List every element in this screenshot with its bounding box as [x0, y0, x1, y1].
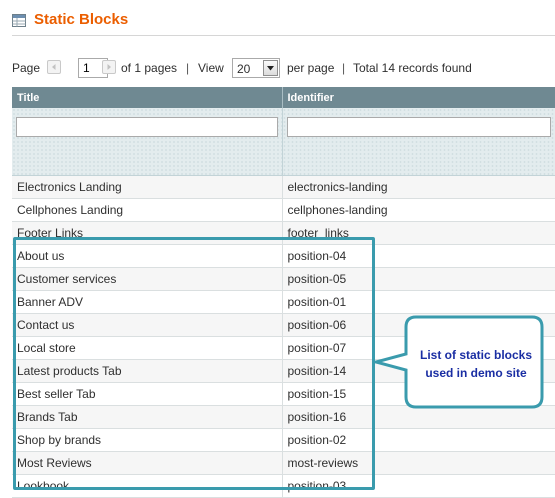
- per-page-select[interactable]: 20: [232, 58, 280, 78]
- cell-title: Latest products Tab: [12, 359, 283, 383]
- cell-title: Footer Links: [12, 221, 283, 245]
- column-header-title[interactable]: Title: [12, 87, 283, 108]
- cell-title: Banner ADV: [12, 290, 283, 314]
- table-row[interactable]: Customer services position-05: [12, 267, 555, 291]
- table-row[interactable]: Cellphones Landing cellphones-landing: [12, 198, 555, 222]
- column-header-identifier[interactable]: Identifier: [282, 87, 555, 108]
- pager-separator: |: [186, 61, 190, 75]
- cell-identifier: position-02: [282, 428, 555, 452]
- table-row[interactable]: Shop by brands position-02: [12, 428, 555, 452]
- cell-title: Shop by brands: [12, 428, 283, 452]
- cell-title: Best seller Tab: [12, 382, 283, 406]
- total-records-text: Total 14 records found: [353, 61, 472, 75]
- table-row[interactable]: Lookbook position-03: [12, 474, 555, 498]
- cell-title: Lookbook: [12, 474, 283, 498]
- cell-title: Contact us: [12, 313, 283, 337]
- grid-table-icon: [12, 14, 26, 27]
- of-pages-text: of 1 pages: [121, 61, 178, 75]
- callout-line: List of static blocks: [419, 348, 533, 362]
- cell-identifier: position-01: [282, 290, 555, 314]
- table-row[interactable]: Footer Links footer_links: [12, 221, 555, 245]
- cell-identifier: most-reviews: [282, 451, 555, 475]
- cell-identifier: footer_links: [282, 221, 555, 245]
- static-blocks-grid: Title Identifier Electronics Landing elec…: [12, 87, 555, 498]
- cell-identifier: cellphones-landing: [282, 198, 555, 222]
- table-row[interactable]: Banner ADV position-01: [12, 290, 555, 314]
- cell-identifier: position-03: [282, 474, 555, 498]
- arrow-left-icon: [52, 64, 56, 70]
- header-divider: [12, 35, 555, 36]
- dropdown-arrow-icon: [263, 60, 278, 76]
- filter-cell: [12, 108, 283, 176]
- title-filter-input[interactable]: [16, 117, 278, 137]
- pager: Page of 1 pages | View 20 per page | Tot…: [12, 58, 555, 80]
- cell-title: Local store: [12, 336, 283, 360]
- filter-row: [12, 108, 555, 176]
- cell-title: Most Reviews: [12, 451, 283, 475]
- grid-header-row: Title Identifier: [12, 87, 555, 108]
- identifier-filter-input[interactable]: [286, 117, 551, 137]
- prev-page-button[interactable]: [47, 60, 61, 74]
- table-row[interactable]: About us position-04: [12, 244, 555, 268]
- next-page-button[interactable]: [102, 60, 116, 74]
- per-page-value: 20: [237, 62, 251, 76]
- page-header: Static Blocks: [12, 10, 555, 34]
- per-page-label: per page: [287, 61, 335, 75]
- cell-title: Brands Tab: [12, 405, 283, 429]
- page-title: Static Blocks: [34, 11, 129, 28]
- cell-title: Electronics Landing: [12, 175, 283, 199]
- callout-text: List of static blocks used in demo site: [408, 346, 544, 382]
- table-row[interactable]: Electronics Landing electronics-landing: [12, 175, 555, 199]
- cell-identifier: electronics-landing: [282, 175, 555, 199]
- pager-separator: |: [342, 61, 346, 75]
- cell-identifier: position-05: [282, 267, 555, 291]
- page-label: Page: [12, 61, 41, 75]
- view-label: View: [198, 61, 224, 75]
- table-row[interactable]: Most Reviews most-reviews: [12, 451, 555, 475]
- cell-title: Customer services: [12, 267, 283, 291]
- annotation-callout: List of static blocks used in demo site: [372, 314, 552, 410]
- arrow-right-icon: [107, 64, 111, 70]
- cell-title: About us: [12, 244, 283, 268]
- cell-identifier: position-04: [282, 244, 555, 268]
- filter-cell: [282, 108, 555, 176]
- callout-line: used in demo site: [425, 366, 527, 380]
- cell-title: Cellphones Landing: [12, 198, 283, 222]
